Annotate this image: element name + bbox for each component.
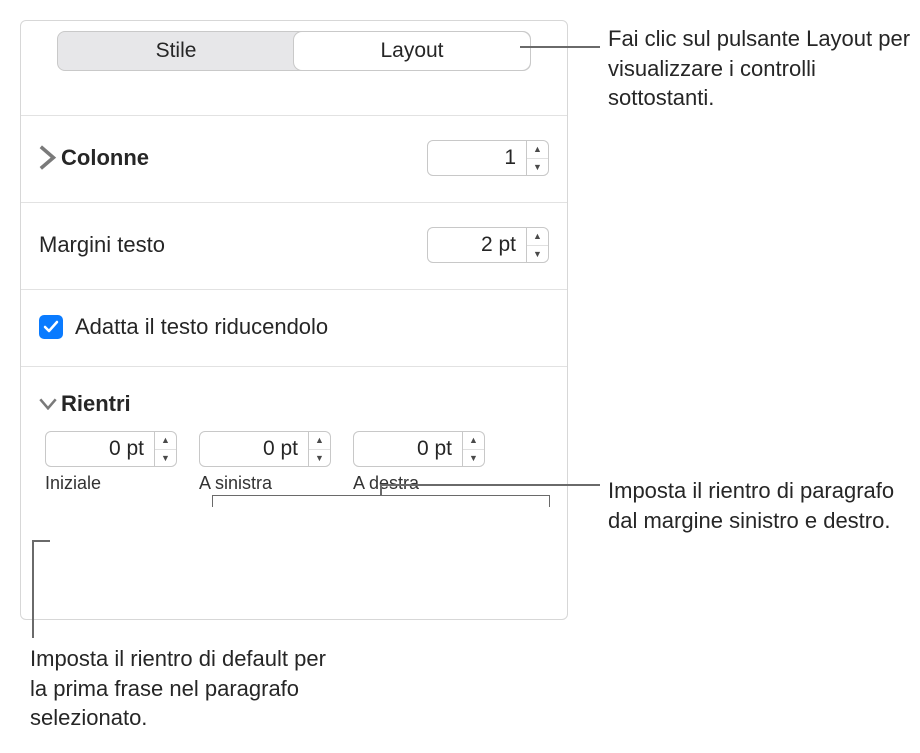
section-indents: Rientri 0 pt ▲ ▼ Iniziale 0 pt ▲ <box>21 366 567 512</box>
shrink-fit-label: Adatta il testo riducendolo <box>75 314 549 340</box>
indent-right-step-down[interactable]: ▼ <box>463 450 484 467</box>
check-icon <box>43 319 59 335</box>
columns-step-down[interactable]: ▼ <box>527 159 548 176</box>
inspector-panel: Stile Layout Colonne 1 ▲ ▼ Margini testo… <box>20 20 568 620</box>
section-text-margins: Margini testo 2 pt ▲ ▼ <box>21 202 567 289</box>
leader-line <box>380 484 382 496</box>
section-shrink-fit: Adatta il testo riducendolo <box>21 289 567 366</box>
tab-style[interactable]: Stile <box>58 32 294 70</box>
indent-right-stepper: 0 pt ▲ ▼ <box>353 431 485 467</box>
indent-left-step-down[interactable]: ▼ <box>309 450 330 467</box>
section-columns: Colonne 1 ▲ ▼ <box>21 115 567 202</box>
leader-line <box>380 484 600 486</box>
callout-layout: Fai clic sul pulsante Layout per visuali… <box>608 24 918 113</box>
indents-heading: Rientri <box>61 391 549 417</box>
bracket-line <box>212 495 550 507</box>
leader-line <box>520 46 600 48</box>
leader-line <box>32 540 50 542</box>
indent-left-stepper: 0 pt ▲ ▼ <box>199 431 331 467</box>
columns-step-up[interactable]: ▲ <box>527 141 548 159</box>
text-margins-field[interactable]: 2 pt <box>427 227 527 263</box>
tab-segmented-control: Stile Layout <box>57 31 531 71</box>
callout-indent-initial: Imposta il rientro di default per la pri… <box>30 644 340 733</box>
shrink-fit-checkbox[interactable] <box>39 315 63 339</box>
text-margins-step-up[interactable]: ▲ <box>527 228 548 246</box>
indent-initial-field[interactable]: 0 pt <box>45 431 155 467</box>
leader-line <box>32 540 34 638</box>
columns-label: Colonne <box>61 145 427 171</box>
indent-initial: 0 pt ▲ ▼ Iniziale <box>45 431 177 494</box>
indent-right-field[interactable]: 0 pt <box>353 431 463 467</box>
indent-initial-label: Iniziale <box>45 473 177 494</box>
indent-initial-stepper: 0 pt ▲ ▼ <box>45 431 177 467</box>
text-margins-step-down[interactable]: ▼ <box>527 246 548 263</box>
text-margins-stepper: 2 pt ▲ ▼ <box>427 227 549 263</box>
chevron-down-icon[interactable] <box>39 398 57 411</box>
tab-layout[interactable]: Layout <box>294 32 530 70</box>
indent-initial-step-up[interactable]: ▲ <box>155 432 176 450</box>
indent-left-label: A sinistra <box>199 473 331 494</box>
columns-field[interactable]: 1 <box>427 140 527 176</box>
columns-stepper: 1 ▲ ▼ <box>427 140 549 176</box>
text-margins-label: Margini testo <box>39 232 427 258</box>
indent-initial-step-down[interactable]: ▼ <box>155 450 176 467</box>
callout-indent-sides: Imposta il rientro di paragrafo dal marg… <box>608 476 918 535</box>
indent-left-step-up[interactable]: ▲ <box>309 432 330 450</box>
indent-left: 0 pt ▲ ▼ A sinistra <box>199 431 331 494</box>
indent-right-step-up[interactable]: ▲ <box>463 432 484 450</box>
indent-left-field[interactable]: 0 pt <box>199 431 309 467</box>
chevron-right-icon[interactable] <box>39 145 57 170</box>
